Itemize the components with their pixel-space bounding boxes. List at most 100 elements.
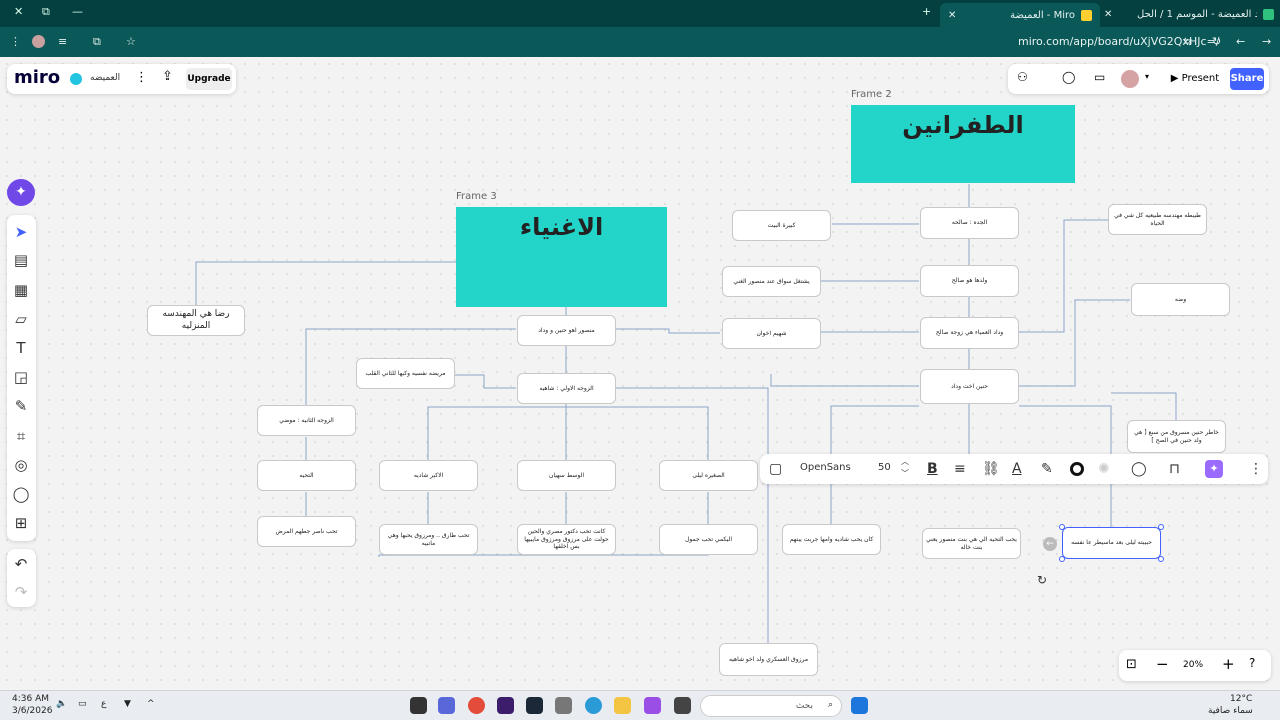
node-loves-tahiya[interactable]: يحب التحيه الي هي بنت منصور يعني بنت خال… bbox=[922, 528, 1021, 559]
close-window-icon[interactable]: ✕ bbox=[14, 5, 23, 18]
resize-handle[interactable] bbox=[1158, 556, 1164, 562]
crop-frame-icon[interactable]: ⌗ bbox=[11, 427, 31, 445]
forward-icon[interactable]: → bbox=[1262, 35, 1271, 48]
frame-icon[interactable]: ▦ bbox=[11, 281, 31, 299]
puzzle-icon[interactable]: ⧉ bbox=[93, 35, 101, 49]
align-icon[interactable]: ≡ bbox=[954, 461, 966, 477]
help-icon[interactable]: ? bbox=[1249, 656, 1255, 670]
node-kan[interactable]: كان يحب شاديه وامها جربت يبتهم bbox=[782, 524, 881, 555]
node-hanin[interactable]: حنين اخت وداد bbox=[920, 369, 1019, 404]
node-alyami[interactable]: اليكمي تحب جمول bbox=[659, 524, 758, 555]
chrome-icon[interactable] bbox=[468, 697, 485, 714]
clock-time[interactable]: 4:36 AM bbox=[12, 694, 49, 704]
node-wadha[interactable]: وضه bbox=[1131, 283, 1230, 316]
resize-handle[interactable] bbox=[1059, 524, 1065, 530]
terminal-icon[interactable] bbox=[674, 697, 691, 714]
board-name[interactable]: العميضه bbox=[90, 73, 120, 83]
resize-handle[interactable] bbox=[1158, 524, 1164, 530]
sticky-note-icon[interactable]: ▱ bbox=[11, 310, 31, 328]
restore-window-icon[interactable]: ⧉ bbox=[42, 5, 50, 19]
templates-icon[interactable]: ▤ bbox=[11, 251, 31, 269]
windows-start-icon[interactable] bbox=[851, 697, 868, 714]
tune-icon[interactable]: ⇆ bbox=[1183, 35, 1192, 48]
node-engineer[interactable]: طيبطه مهندسه طبيعيه كل شي في الحياه bbox=[1108, 204, 1207, 235]
more-options-icon[interactable]: ⋮ bbox=[1249, 461, 1263, 477]
node-marzouq[interactable]: مرزوق العسكري ولد اخو شاهيه bbox=[719, 643, 818, 676]
frame3-label[interactable]: Frame 3 bbox=[456, 191, 497, 202]
present-button[interactable]: ▶ Present bbox=[1164, 68, 1226, 90]
node-morida[interactable]: مريضه نفسيه وكيها للثاني القلب bbox=[356, 358, 455, 389]
profile-icon[interactable] bbox=[32, 35, 45, 48]
m365-icon[interactable] bbox=[644, 697, 661, 714]
link-icon[interactable]: ⛓ bbox=[982, 461, 1000, 477]
border-color-icon[interactable] bbox=[1070, 462, 1084, 476]
tab-shahid[interactable]: ✕ شاهد العميضة - الموسم 1 / الحل... bbox=[1104, 4, 1274, 24]
fit-screen-icon[interactable]: ⊡ bbox=[1126, 657, 1137, 672]
taskbar-search[interactable]: بحث ⌕ bbox=[700, 695, 842, 717]
node-first-wife[interactable]: الزوجه الاولي : شاهيه bbox=[517, 373, 616, 404]
undo-icon[interactable]: ↶ bbox=[11, 555, 31, 573]
node-selected[interactable]: حبيبته ليلى بعد ماسيطر عا نفسه bbox=[1062, 527, 1161, 559]
node-wedad[interactable]: وداد العمياء هي زوجة صالح bbox=[920, 317, 1019, 349]
next-icon[interactable] bbox=[497, 697, 514, 714]
node-doctor[interactable]: كانت تحب دكتور مصري والحين حولت على مرزو… bbox=[517, 524, 616, 555]
zoom-in-icon[interactable]: + bbox=[1222, 655, 1235, 673]
frame2[interactable]: الطفرانين bbox=[851, 105, 1075, 183]
bookmark-star-icon[interactable]: ☆ bbox=[126, 35, 136, 48]
tab-miro[interactable]: ✕ العميضة - Miro bbox=[940, 3, 1100, 27]
node-tareq[interactable]: تحب طارق .. ومرزوق يحبها وهي ماتبيه bbox=[379, 524, 478, 555]
node-kabira[interactable]: كبيرة البيت bbox=[732, 210, 831, 241]
redo-icon[interactable]: ↷ bbox=[11, 583, 31, 601]
weather-temp[interactable]: 12°C bbox=[1230, 694, 1252, 704]
zoom-out-icon[interactable]: − bbox=[1156, 655, 1169, 673]
resize-handle[interactable] bbox=[1059, 556, 1065, 562]
new-tab-icon[interactable]: + bbox=[922, 5, 931, 18]
discord-icon[interactable] bbox=[438, 697, 455, 714]
export-icon[interactable]: ⇪ bbox=[162, 69, 173, 84]
minimize-window-icon[interactable]: — bbox=[72, 5, 83, 18]
font-size-stepper-icon[interactable]: ︿ ﹀ bbox=[901, 456, 909, 480]
bold-icon[interactable]: B bbox=[927, 461, 938, 477]
keyboard-lang[interactable]: ع bbox=[101, 699, 106, 709]
mic-icon[interactable]: ▼ bbox=[124, 699, 131, 709]
node-danger[interactable]: خاطر حنين مسروق من سبع [ هي ولد حنين في … bbox=[1127, 420, 1226, 453]
chevron-down-icon[interactable]: ▾ bbox=[1145, 72, 1149, 81]
tab-close-icon[interactable]: ✕ bbox=[1104, 9, 1112, 20]
add-more-icon[interactable]: ⊞ bbox=[11, 514, 31, 532]
node-mansour[interactable]: منصور اهو حنين و وداد bbox=[517, 315, 616, 346]
frame2-label[interactable]: Frame 2 bbox=[851, 89, 892, 100]
comment-icon[interactable]: ◯ bbox=[1131, 461, 1147, 477]
clock-date[interactable]: 3/6/2026 bbox=[12, 706, 52, 716]
comment-tool-icon[interactable]: ◯ bbox=[11, 485, 31, 503]
rotate-icon[interactable]: ↻ bbox=[1037, 573, 1047, 587]
chat-icon[interactable]: ◯ bbox=[1062, 70, 1075, 84]
frame3[interactable]: الاغنياء bbox=[456, 207, 667, 307]
tray-chevron-icon[interactable]: ^ bbox=[147, 699, 155, 709]
node-youngest[interactable]: الصغيره ليلى bbox=[659, 460, 758, 491]
node-tahiya-love[interactable]: تحب ناصر جطهم المرض bbox=[257, 516, 356, 547]
node-baby[interactable]: شهيم اخوان bbox=[722, 318, 821, 349]
text-color-icon[interactable]: A bbox=[1012, 461, 1022, 477]
steam-icon[interactable] bbox=[526, 697, 543, 714]
fill-color-icon[interactable]: ✺ bbox=[1098, 461, 1110, 477]
font-size-input[interactable]: 50 bbox=[878, 462, 891, 473]
tab-close-icon[interactable]: ✕ bbox=[948, 10, 956, 21]
app-icon[interactable] bbox=[410, 697, 427, 714]
select-cursor-icon[interactable]: ➤ bbox=[11, 223, 31, 241]
palette-icon[interactable]: ◎ bbox=[11, 456, 31, 474]
back-icon[interactable]: ← bbox=[1236, 35, 1245, 48]
reactions-icon[interactable]: ⚇ bbox=[1017, 70, 1028, 84]
edge-icon[interactable] bbox=[585, 697, 602, 714]
node-reda[interactable]: رضا هي المهندسه المنزليه bbox=[147, 305, 245, 336]
node-works-driver[interactable]: يشتغل سواق عند منصور الغني bbox=[722, 266, 821, 297]
miro-canvas[interactable]: Frame 3 الاغنياء Frame 2 الطفرانين رضا ه… bbox=[0, 57, 1280, 690]
pen-icon[interactable]: ✎ bbox=[11, 397, 31, 415]
weather-desc[interactable]: سماء صافية bbox=[1208, 706, 1253, 716]
reload-icon[interactable]: ↻ bbox=[1212, 35, 1221, 48]
upgrade-button[interactable]: Upgrade bbox=[186, 68, 232, 90]
menu-dots-icon[interactable]: ⋮ bbox=[10, 35, 21, 48]
zoom-level[interactable]: 20% bbox=[1183, 660, 1203, 670]
share-button[interactable]: Share bbox=[1230, 68, 1264, 90]
connect-arrow-icon[interactable]: ← bbox=[1043, 537, 1057, 551]
node-middle[interactable]: الوسط سهيان bbox=[517, 460, 616, 491]
